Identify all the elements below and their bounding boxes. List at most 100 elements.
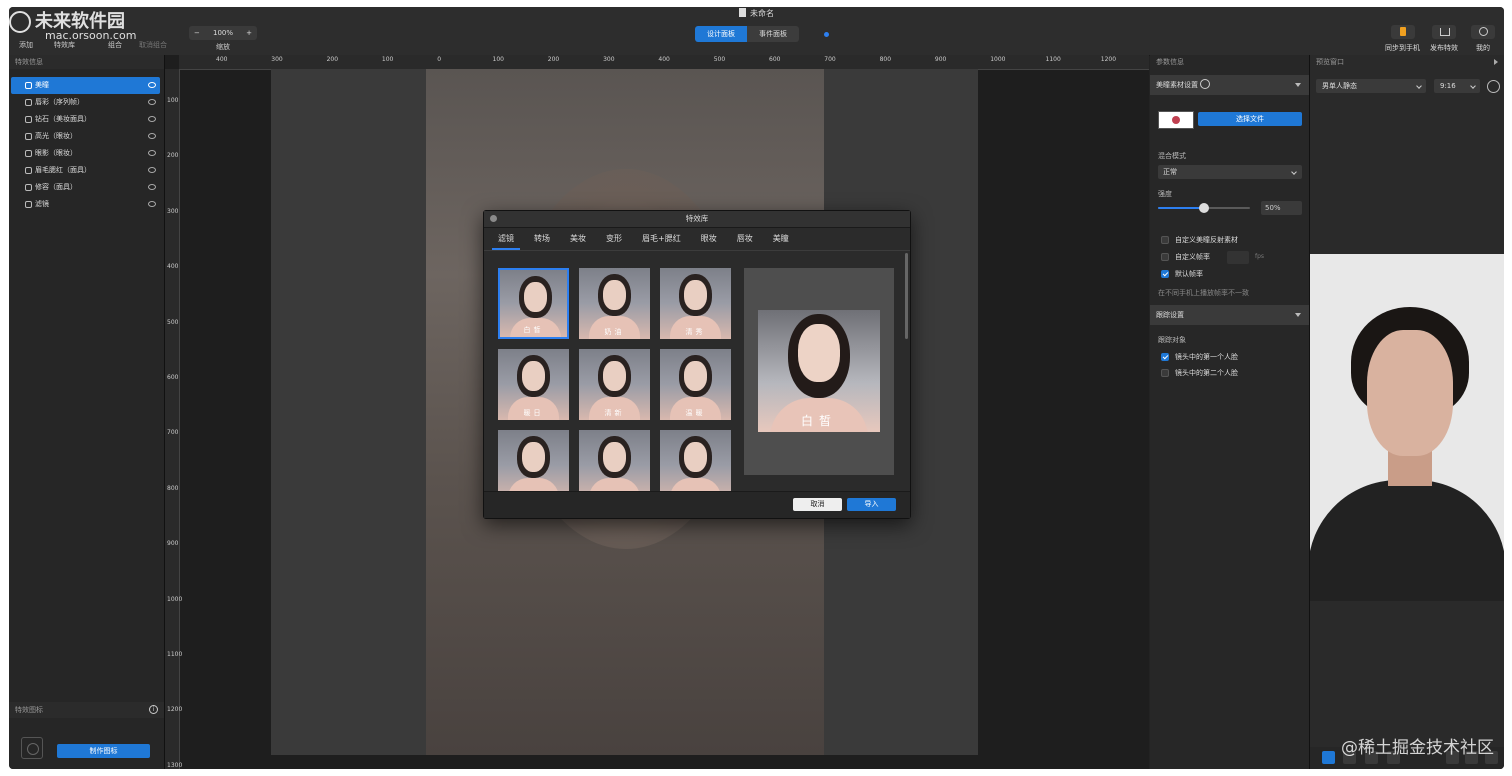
- account-button[interactable]: [1471, 25, 1495, 39]
- status-dot: [824, 32, 829, 37]
- visibility-eye-icon[interactable]: [148, 133, 156, 139]
- visibility-eye-icon[interactable]: [148, 184, 156, 190]
- document-icon: [739, 8, 746, 17]
- thumb-caption: 清秀: [685, 328, 706, 336]
- default-fps-checkbox[interactable]: [1161, 270, 1169, 278]
- ruler-tick-label: 300: [603, 56, 615, 63]
- tab-makeup[interactable]: 美妆: [560, 228, 596, 250]
- filter-icon: [25, 201, 32, 208]
- track-second-face-label: 镜头中的第二个人脸: [1175, 369, 1238, 377]
- preview-panel: 预览窗口 男单人静态 9:16: [1310, 55, 1504, 769]
- layer-item-lip[interactable]: 唇彩（序列帧）: [9, 94, 164, 111]
- thumb-face: [603, 361, 626, 391]
- tab-design-panel[interactable]: 设计面板: [695, 26, 747, 42]
- filter-thumb[interactable]: 温暖: [660, 349, 731, 420]
- grid-scrollbar[interactable]: [905, 253, 908, 339]
- custom-reflect-checkbox[interactable]: [1161, 236, 1169, 244]
- info-icon[interactable]: [1200, 79, 1211, 89]
- thumb-face: [684, 361, 707, 391]
- filter-thumb[interactable]: 清秀: [660, 268, 731, 339]
- filter-thumb[interactable]: [498, 430, 569, 492]
- ungroup-icon: [146, 25, 160, 37]
- layer-item-eyeshadow[interactable]: 眼影（眼妆）: [9, 145, 164, 162]
- tab-eye-contact[interactable]: 美瞳: [763, 228, 799, 250]
- zoom-value: 100%: [212, 29, 233, 37]
- visibility-eye-icon[interactable]: [148, 82, 156, 88]
- visibility-eye-icon[interactable]: [148, 116, 156, 122]
- track-second-face-checkbox[interactable]: [1161, 369, 1169, 377]
- camera-mode-button[interactable]: [1322, 751, 1335, 764]
- visibility-eye-icon[interactable]: [148, 201, 156, 207]
- info-icon[interactable]: i: [149, 705, 158, 714]
- track-first-face-checkbox[interactable]: [1161, 353, 1169, 361]
- layer-item-eye-contact[interactable]: 美瞳: [11, 77, 160, 94]
- tab-eye-makeup[interactable]: 眼妆: [691, 228, 727, 250]
- filter-thumb[interactable]: 奶油: [579, 268, 650, 339]
- expand-arrow-icon[interactable]: [1494, 59, 1498, 65]
- layer-item-highlight[interactable]: 高光（眼妆）: [9, 128, 164, 145]
- layer-item-contour[interactable]: 修容（面具）: [9, 179, 164, 196]
- close-dot-icon[interactable]: [490, 215, 497, 222]
- ruler-tick-label: 900: [167, 540, 179, 548]
- section-eye-material[interactable]: 美瞳素材设置: [1150, 75, 1309, 95]
- blend-mode-select[interactable]: 正常: [1158, 165, 1302, 179]
- fps-note: 在不同手机上播放帧率不一致: [1158, 289, 1249, 297]
- tab-brow-blush[interactable]: 眉毛+腮红: [632, 228, 691, 250]
- filter-thumb[interactable]: 暖日: [498, 349, 569, 420]
- empty-icon-placeholder[interactable]: [21, 737, 43, 759]
- filter-thumb[interactable]: [660, 430, 731, 492]
- choose-file-button[interactable]: 选择文件: [1198, 112, 1302, 126]
- face-shape: [1367, 330, 1453, 456]
- ruler-tick-label: 600: [769, 56, 781, 63]
- publish-button[interactable]: [1432, 25, 1456, 39]
- layer-type-icon: [25, 150, 32, 157]
- strength-slider[interactable]: [1158, 203, 1250, 213]
- filter-thumb[interactable]: [579, 430, 650, 492]
- refresh-icon[interactable]: [1487, 80, 1500, 93]
- layer-item-filter[interactable]: 滤镜: [9, 196, 164, 213]
- thumb-face: [603, 280, 626, 310]
- filter-thumb[interactable]: 白皙: [498, 268, 569, 339]
- visibility-eye-icon[interactable]: [148, 150, 156, 156]
- cancel-button[interactable]: 取消: [793, 498, 842, 511]
- watermark-url: mac.orsoon.com: [45, 29, 137, 42]
- tab-event-panel[interactable]: 事件面板: [747, 26, 799, 42]
- section-tracking[interactable]: 跟踪设置: [1150, 305, 1309, 325]
- ratio-select[interactable]: 9:16: [1434, 79, 1480, 93]
- import-button[interactable]: 导入: [847, 498, 896, 511]
- category-tabs: 滤镜 转场 美妆 变形 眉毛+腮红 眼妆 唇妆 美瞳: [484, 228, 910, 251]
- filter-thumb[interactable]: 清新: [579, 349, 650, 420]
- strength-value-field[interactable]: 50%: [1261, 201, 1302, 215]
- slider-handle[interactable]: [1199, 203, 1209, 213]
- sync-to-phone-label: 同步到手机: [1385, 44, 1420, 52]
- zoom-out-button[interactable]: −: [194, 29, 200, 37]
- custom-fps-checkbox[interactable]: [1161, 253, 1169, 261]
- layer-item-diamond[interactable]: 钻石（美妆面具）: [9, 111, 164, 128]
- layer-item-brow-blush[interactable]: 眉毛腮红（面具）: [9, 162, 164, 179]
- tab-transition[interactable]: 转场: [524, 228, 560, 250]
- zoom-control[interactable]: − 100% +: [189, 26, 257, 40]
- layer-type-icon: [25, 133, 32, 140]
- tab-filter[interactable]: 滤镜: [488, 228, 524, 250]
- properties-panel: 参数信息 美瞳素材设置 选择文件 混合模式 正常 强度 50% 自定义美瞳反射素…: [1150, 55, 1310, 769]
- model-select[interactable]: 男单人静态: [1316, 79, 1426, 93]
- visibility-eye-icon[interactable]: [148, 99, 156, 105]
- panel-switcher: 设计面板 事件面板: [695, 26, 799, 42]
- chevron-down-icon: [1470, 83, 1476, 89]
- thumb-caption: 温暖: [685, 409, 706, 417]
- tab-lip-makeup[interactable]: 唇妆: [727, 228, 763, 250]
- fps-input[interactable]: [1227, 251, 1249, 264]
- visibility-eye-icon[interactable]: [148, 167, 156, 173]
- tab-deform[interactable]: 变形: [596, 228, 632, 250]
- ungroup-button[interactable]: 取消组合: [139, 25, 167, 50]
- zoom-in-button[interactable]: +: [246, 29, 252, 37]
- effects-panel-title: 特效信息: [9, 55, 164, 69]
- shirt-shape: [1310, 480, 1504, 601]
- thumb-face: [522, 442, 545, 472]
- preview-caption: 白皙: [800, 414, 837, 428]
- ruler-tick-label: 1200: [167, 706, 183, 714]
- make-icon-button[interactable]: 制作图标: [57, 744, 150, 758]
- sync-to-phone-button[interactable]: [1391, 25, 1415, 39]
- thumb-caption: 白皙: [523, 326, 544, 334]
- ruler-tick-label: 200: [326, 56, 339, 63]
